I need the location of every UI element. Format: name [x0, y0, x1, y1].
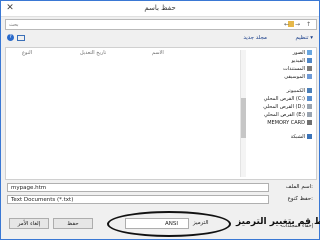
nav-item-label: MEMORY CARD: [267, 120, 305, 126]
new-folder-button[interactable]: مجلد جديد: [243, 35, 267, 41]
nav-item-label: القرص المحلي (E:): [263, 112, 305, 118]
nav-item-label: الموسيقى: [284, 74, 305, 80]
view-options-icon[interactable]: [17, 35, 25, 41]
hide-folders-toggle[interactable]: إخفاء المجلدات: [281, 223, 313, 229]
save-as-type-select[interactable]: Text Documents (*.txt): [7, 195, 269, 204]
nav-item-2[interactable]: المستندات: [283, 66, 312, 73]
documents-icon: [307, 66, 312, 71]
pictures-icon: [307, 50, 312, 55]
nav-item-4[interactable]: الكمبيوتر: [287, 88, 312, 95]
memory-card-icon: [307, 120, 312, 125]
toolbar: ? مجلد جديد تنظيم ▾: [5, 33, 317, 45]
nav-item-3[interactable]: الموسيقى: [284, 74, 312, 81]
filename-label: اسم الملف:: [285, 184, 313, 190]
nav-item-0[interactable]: الصور: [293, 50, 312, 57]
address-bar[interactable]: بحث ← → ↑: [5, 19, 317, 30]
save-as-type-label: حفظ كنوع:: [287, 196, 313, 202]
nav-item-8[interactable]: MEMORY CARD: [267, 120, 312, 127]
save-button[interactable]: حفظ: [53, 218, 93, 229]
file-browser: النوع تاريخ التعديل الاسم الصور الفيديو ال…: [5, 47, 317, 180]
search-input[interactable]: بحث: [9, 22, 97, 28]
column-date-modified[interactable]: تاريخ التعديل: [80, 50, 106, 56]
drive-icon: [307, 96, 312, 101]
dialog-footer: إلغاء الأمر حفظ ANSI الترميز فقط قم بتغي…: [5, 211, 320, 237]
nav-item-7[interactable]: القرص المحلي (E:): [264, 112, 312, 119]
nav-item-5[interactable]: القرص المحلي (C:): [264, 96, 312, 103]
column-name[interactable]: الاسم: [152, 50, 164, 56]
cancel-button[interactable]: إلغاء الأمر: [9, 218, 49, 229]
nav-item-label: المستندات: [282, 66, 305, 72]
scrollbar-thumb[interactable]: [241, 98, 246, 138]
nav-item-label: القرص المحلي (D:): [263, 104, 305, 110]
navigation-pane: الصور الفيديو المستندات الموسيقى الكمبيوتر ال…: [247, 48, 316, 179]
videos-icon: [307, 58, 312, 63]
organize-button[interactable]: تنظيم ▾: [295, 35, 313, 41]
nav-item-label: الكمبيوتر: [286, 88, 305, 94]
navigation-arrows[interactable]: ← → ↑: [284, 21, 313, 28]
nav-item-1[interactable]: الفيديو: [291, 58, 312, 65]
drive-icon: [307, 112, 312, 117]
title-bar: ✕ حفظ باسم: [1, 1, 319, 17]
save-as-dialog: ✕ حفظ باسم بحث ← → ↑ ? مجلد جديد تنظيم ▾…: [0, 0, 320, 240]
help-icon[interactable]: ?: [7, 34, 14, 41]
nav-item-label: الفيديو: [291, 58, 305, 64]
encoding-label: الترميز: [193, 220, 209, 226]
nav-item-label: الشبكة: [290, 134, 305, 140]
encoding-select[interactable]: ANSI: [125, 218, 189, 229]
nav-item-label: القرص المحلي (C:): [263, 96, 305, 102]
drive-icon: [307, 104, 312, 109]
computer-icon: [307, 88, 312, 93]
network-icon: [307, 134, 312, 139]
nav-item-6[interactable]: القرص المحلي (D:): [263, 104, 312, 111]
nav-item-9[interactable]: الشبكة: [291, 134, 312, 141]
column-type[interactable]: النوع: [22, 50, 32, 56]
file-list-scrollbar[interactable]: [240, 50, 246, 177]
nav-item-label: الصور: [292, 50, 305, 56]
filename-field[interactable]: mypage.htm: [7, 183, 269, 192]
music-icon: [307, 74, 312, 79]
dialog-title: حفظ باسم: [144, 4, 176, 12]
